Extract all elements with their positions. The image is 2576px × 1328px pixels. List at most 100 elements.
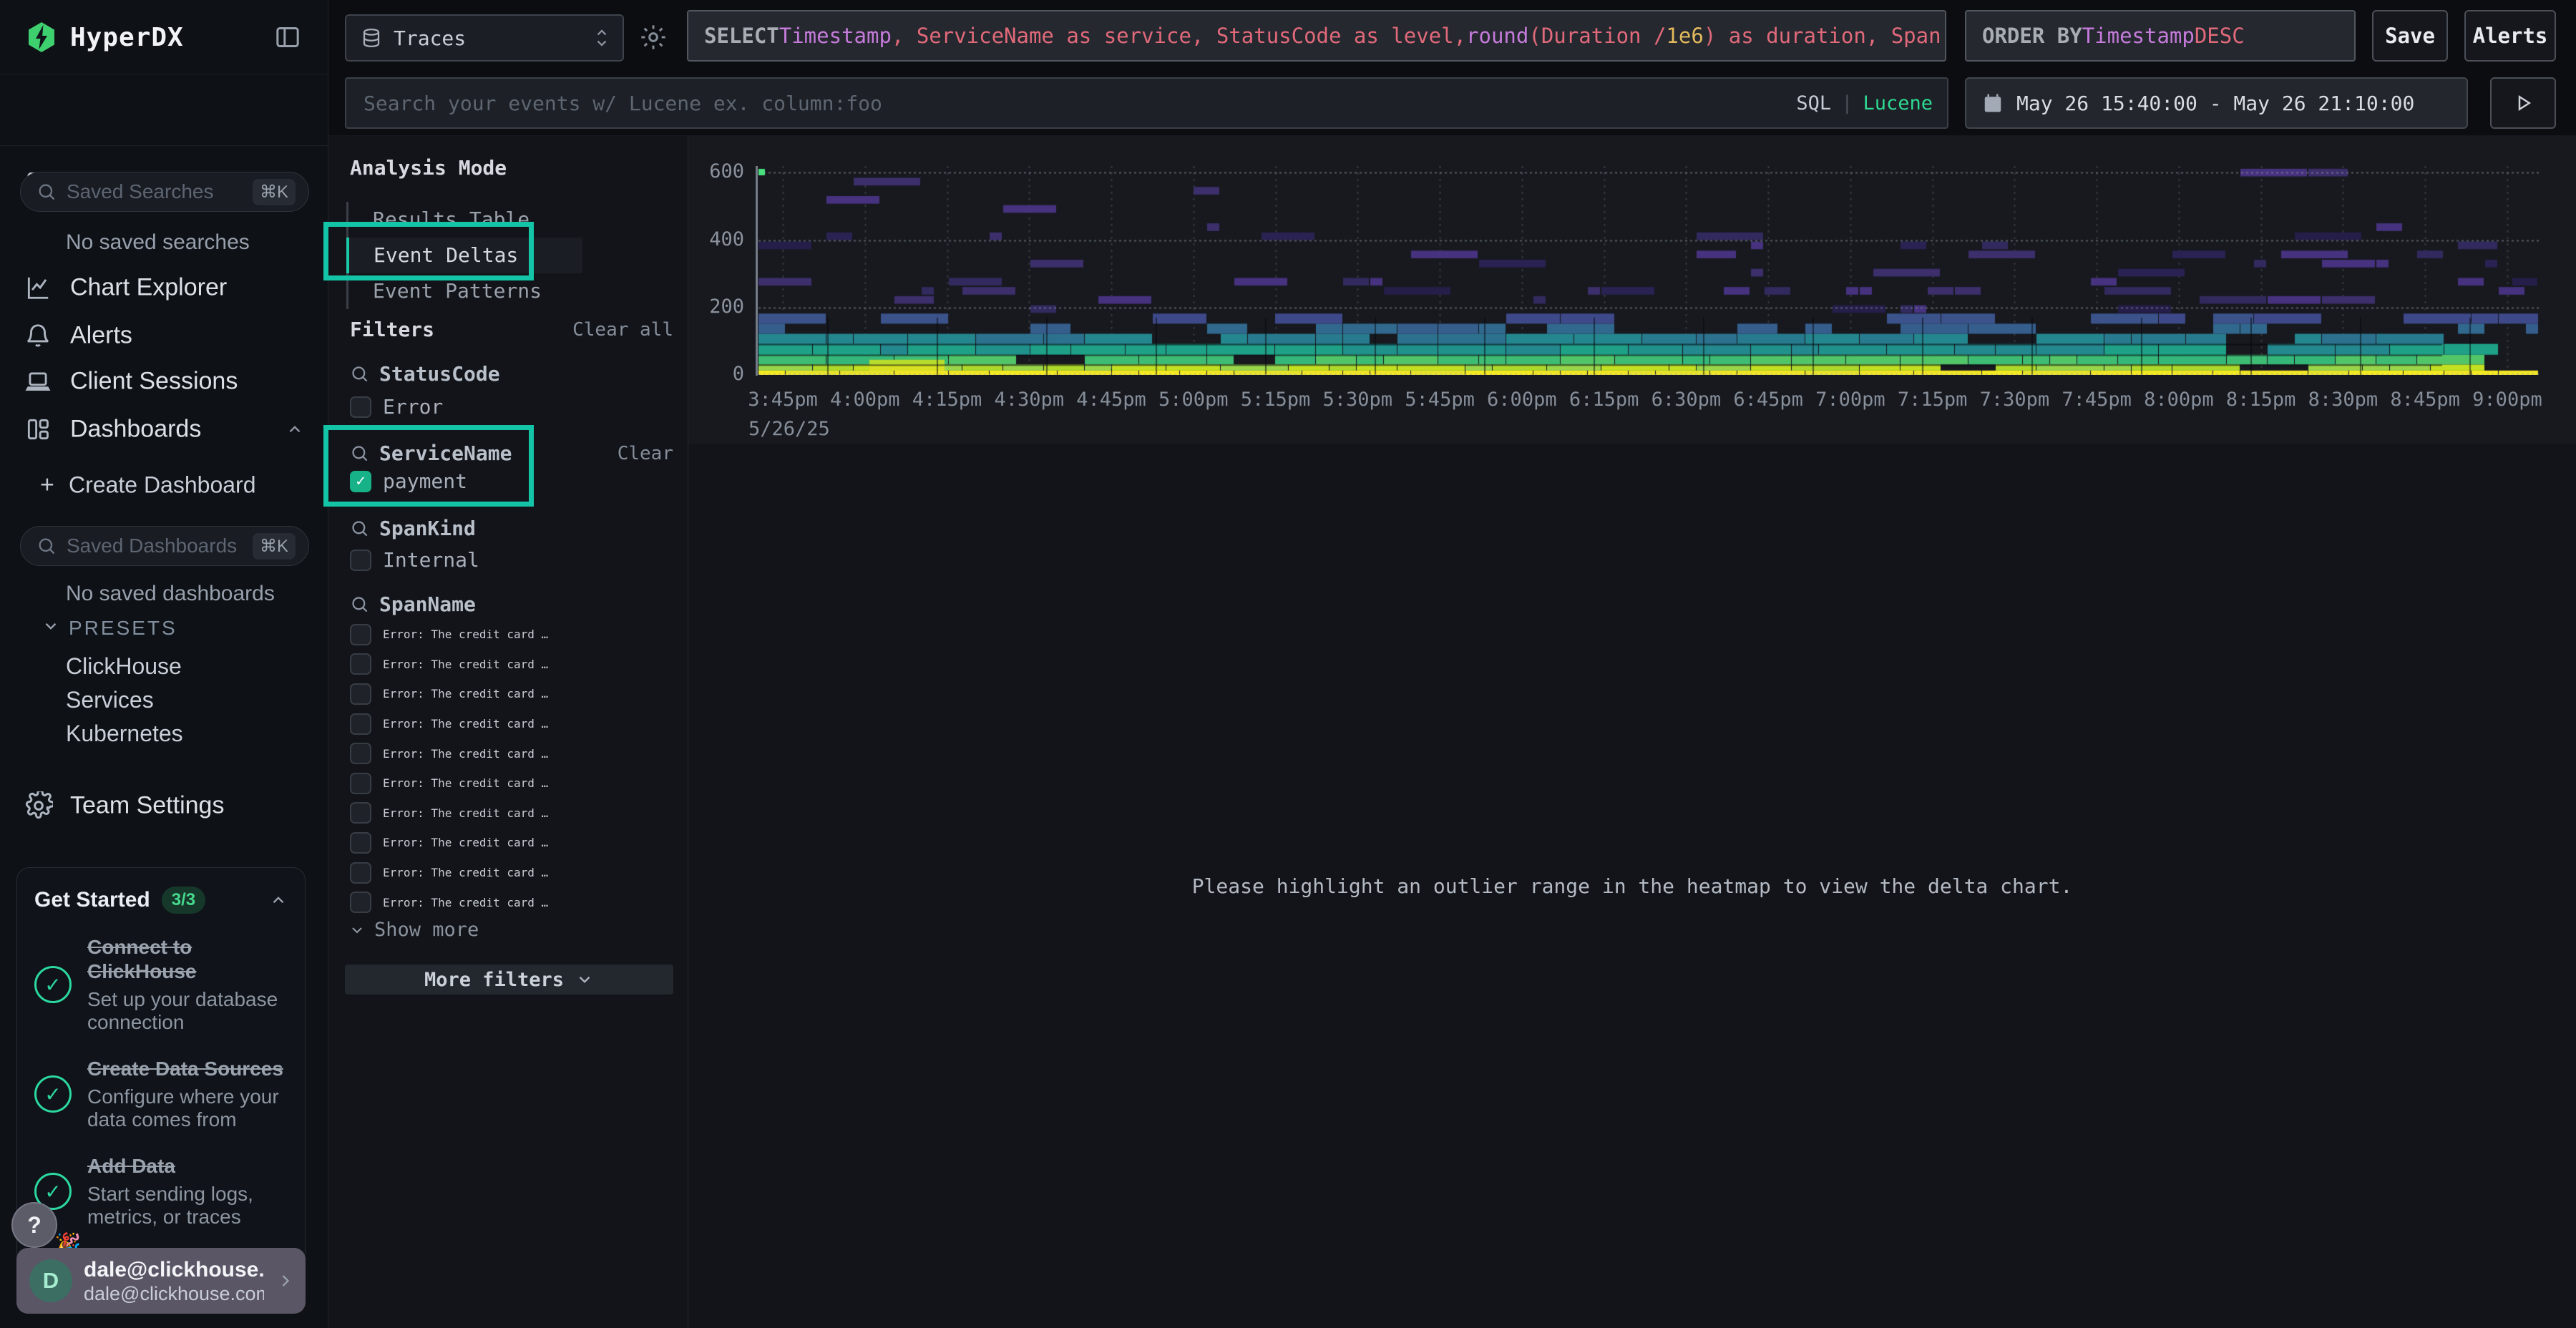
sidebar-item-team-settings[interactable]: Team Settings — [0, 784, 328, 827]
filter-option-label: payment — [383, 469, 467, 493]
help-button[interactable]: ? — [11, 1202, 57, 1248]
saved-searches-field[interactable] — [67, 180, 243, 203]
sidebar-item-clickhouse[interactable]: ClickHouse — [66, 653, 182, 680]
analysis-mode-title: Analysis Mode — [350, 156, 507, 180]
alerts-nav-label: Alerts — [70, 322, 132, 350]
filter-option-spanname[interactable]: Error: The credit card … — [350, 828, 673, 858]
show-more-link[interactable]: Show more — [348, 919, 479, 941]
checkbox-unchecked[interactable] — [350, 550, 371, 571]
sidebar-item-services[interactable]: Services — [66, 687, 154, 713]
filter-option-label: Error: The credit card … — [383, 896, 548, 909]
filter-option-payment[interactable]: ✓ payment — [350, 469, 673, 493]
create-dashboard-button[interactable]: + Create Dashboard — [0, 465, 328, 505]
checkbox-unchecked[interactable] — [350, 624, 371, 645]
sidebar-collapse-icon[interactable] — [273, 23, 302, 52]
filter-option-spanname[interactable]: Error: The credit card … — [350, 887, 673, 917]
show-more-label: Show more — [374, 919, 479, 941]
search-bar: SQL | Lucene — [345, 77, 1948, 129]
checkbox-unchecked[interactable] — [350, 862, 371, 884]
get-started-item-title: Add Data — [87, 1154, 288, 1178]
database-icon — [361, 27, 382, 49]
saved-dashboards-kbd: ⌘K — [253, 533, 296, 560]
checkbox-unchecked[interactable] — [350, 743, 371, 764]
search-icon[interactable] — [350, 444, 369, 463]
chevron-up-icon[interactable] — [269, 891, 288, 909]
more-filters-button[interactable]: More filters — [345, 965, 673, 995]
checkbox-unchecked[interactable] — [350, 653, 371, 675]
get-started-item[interactable]: ✓ Connect to ClickHouse Set up your data… — [34, 935, 288, 1034]
filter-option-spanname[interactable]: Error: The credit card … — [350, 858, 673, 888]
filter-option-error[interactable]: Error — [350, 395, 673, 419]
mode-event-deltas[interactable]: Event Deltas — [346, 238, 582, 273]
get-started-item[interactable]: ✓ Create Data Sources Configure where yo… — [34, 1057, 288, 1131]
y-tick-label: 600 — [673, 160, 744, 182]
saved-searches-input[interactable]: ⌘K — [20, 172, 309, 212]
filter-option-spanname[interactable]: Error: The credit card … — [350, 650, 673, 680]
checkbox-checked[interactable]: ✓ — [350, 471, 371, 492]
filter-option-spanname[interactable]: Error: The credit card … — [350, 679, 673, 709]
filter-option-spanname[interactable]: Error: The credit card … — [350, 738, 673, 768]
dashboards-grid-icon — [24, 416, 52, 443]
chevron-down-icon — [348, 922, 366, 939]
search-icon — [36, 182, 57, 202]
saved-dashboards-input[interactable]: ⌘K — [20, 526, 309, 566]
search-input[interactable] — [364, 92, 1786, 115]
user-menu[interactable]: D dale@clickhouse.com dale@clickhouse.co… — [16, 1248, 306, 1314]
mode-results-table[interactable]: Results Table — [346, 202, 582, 238]
filter-option-spanname[interactable]: Error: The credit card … — [350, 799, 673, 829]
language-toggle-divider: | — [1841, 92, 1853, 114]
clear-servicename-link[interactable]: Clear — [618, 443, 673, 464]
sidebar-item-alerts[interactable]: Alerts — [0, 316, 328, 356]
client-sessions-label: Client Sessions — [70, 368, 238, 396]
language-toggle-sql[interactable]: SQL — [1796, 92, 1831, 114]
get-started-progress-badge: 3/3 — [162, 887, 205, 914]
checkbox-unchecked[interactable] — [350, 773, 371, 794]
sql-select-editor[interactable]: SELECT Timestamp, ServiceName as service… — [687, 10, 1946, 62]
search-icon[interactable] — [350, 364, 369, 384]
checkbox-unchecked[interactable] — [350, 892, 371, 913]
filter-option-spanname[interactable]: Error: The credit card … — [350, 709, 673, 739]
checkbox-unchecked[interactable] — [350, 713, 371, 735]
source-settings-gear-icon[interactable] — [639, 23, 668, 52]
checkbox-unchecked[interactable] — [350, 683, 371, 705]
sql-orderby-editor[interactable]: ORDER BY Timestamp DESC — [1965, 10, 2356, 62]
filter-option-spanname[interactable]: Error: The credit card … — [350, 620, 673, 650]
filter-group-name: SpanName — [379, 592, 476, 616]
chart-explorer-icon — [24, 274, 52, 301]
sidebar-item-dashboards[interactable]: Dashboards — [0, 409, 328, 449]
sidebar-item-search[interactable]: Search — [0, 74, 328, 146]
time-range-value: May 26 15:40:00 - May 26 21:10:00 — [2016, 92, 2414, 115]
sidebar: HyperDX Search ⌘K No saved searches Char… — [0, 0, 328, 1328]
x-axis-date-label: 5/26/25 — [748, 418, 830, 440]
sidebar-item-kubernetes[interactable]: Kubernetes — [66, 721, 183, 747]
clear-all-filters-link[interactable]: Clear all — [572, 319, 673, 341]
sidebar-item-chart-explorer[interactable]: Chart Explorer — [0, 268, 328, 308]
checkbox-unchecked[interactable] — [350, 832, 371, 854]
checkbox-unchecked[interactable] — [350, 396, 371, 418]
no-saved-searches-note: No saved searches — [66, 230, 250, 255]
get-started-item[interactable]: ✓ Add Data Start sending logs, metrics, … — [34, 1154, 288, 1229]
filter-group-spankind: SpanKind — [350, 517, 673, 540]
filter-option-spanname[interactable]: Error: The credit card … — [350, 768, 673, 799]
filter-option-internal[interactable]: Internal — [350, 548, 673, 572]
get-started-item-title: Connect to ClickHouse — [87, 935, 288, 984]
sidebar-item-client-sessions[interactable]: Client Sessions — [0, 361, 328, 401]
mode-event-patterns[interactable]: Event Patterns — [346, 273, 582, 309]
chevron-up-icon[interactable] — [286, 420, 304, 439]
create-dashboard-label: Create Dashboard — [69, 472, 255, 499]
heatmap-canvas[interactable] — [758, 166, 2539, 375]
filter-option-label: Error: The credit card … — [383, 866, 548, 879]
time-range-picker[interactable]: May 26 15:40:00 - May 26 21:10:00 — [1965, 77, 2468, 129]
language-toggle-lucene[interactable]: Lucene — [1863, 92, 1933, 114]
run-query-button[interactable] — [2490, 77, 2556, 129]
search-icon[interactable] — [350, 595, 369, 614]
y-tick-label: 0 — [673, 363, 744, 385]
filter-option-label: Error: The credit card … — [383, 836, 548, 849]
save-button[interactable]: Save — [2372, 10, 2448, 62]
search-icon[interactable] — [350, 519, 369, 538]
alerts-button[interactable]: Alerts — [2464, 10, 2556, 62]
source-select[interactable]: Traces — [345, 14, 624, 62]
saved-dashboards-field[interactable] — [67, 534, 243, 557]
more-filters-label: More filters — [424, 969, 564, 991]
checkbox-unchecked[interactable] — [350, 802, 371, 824]
